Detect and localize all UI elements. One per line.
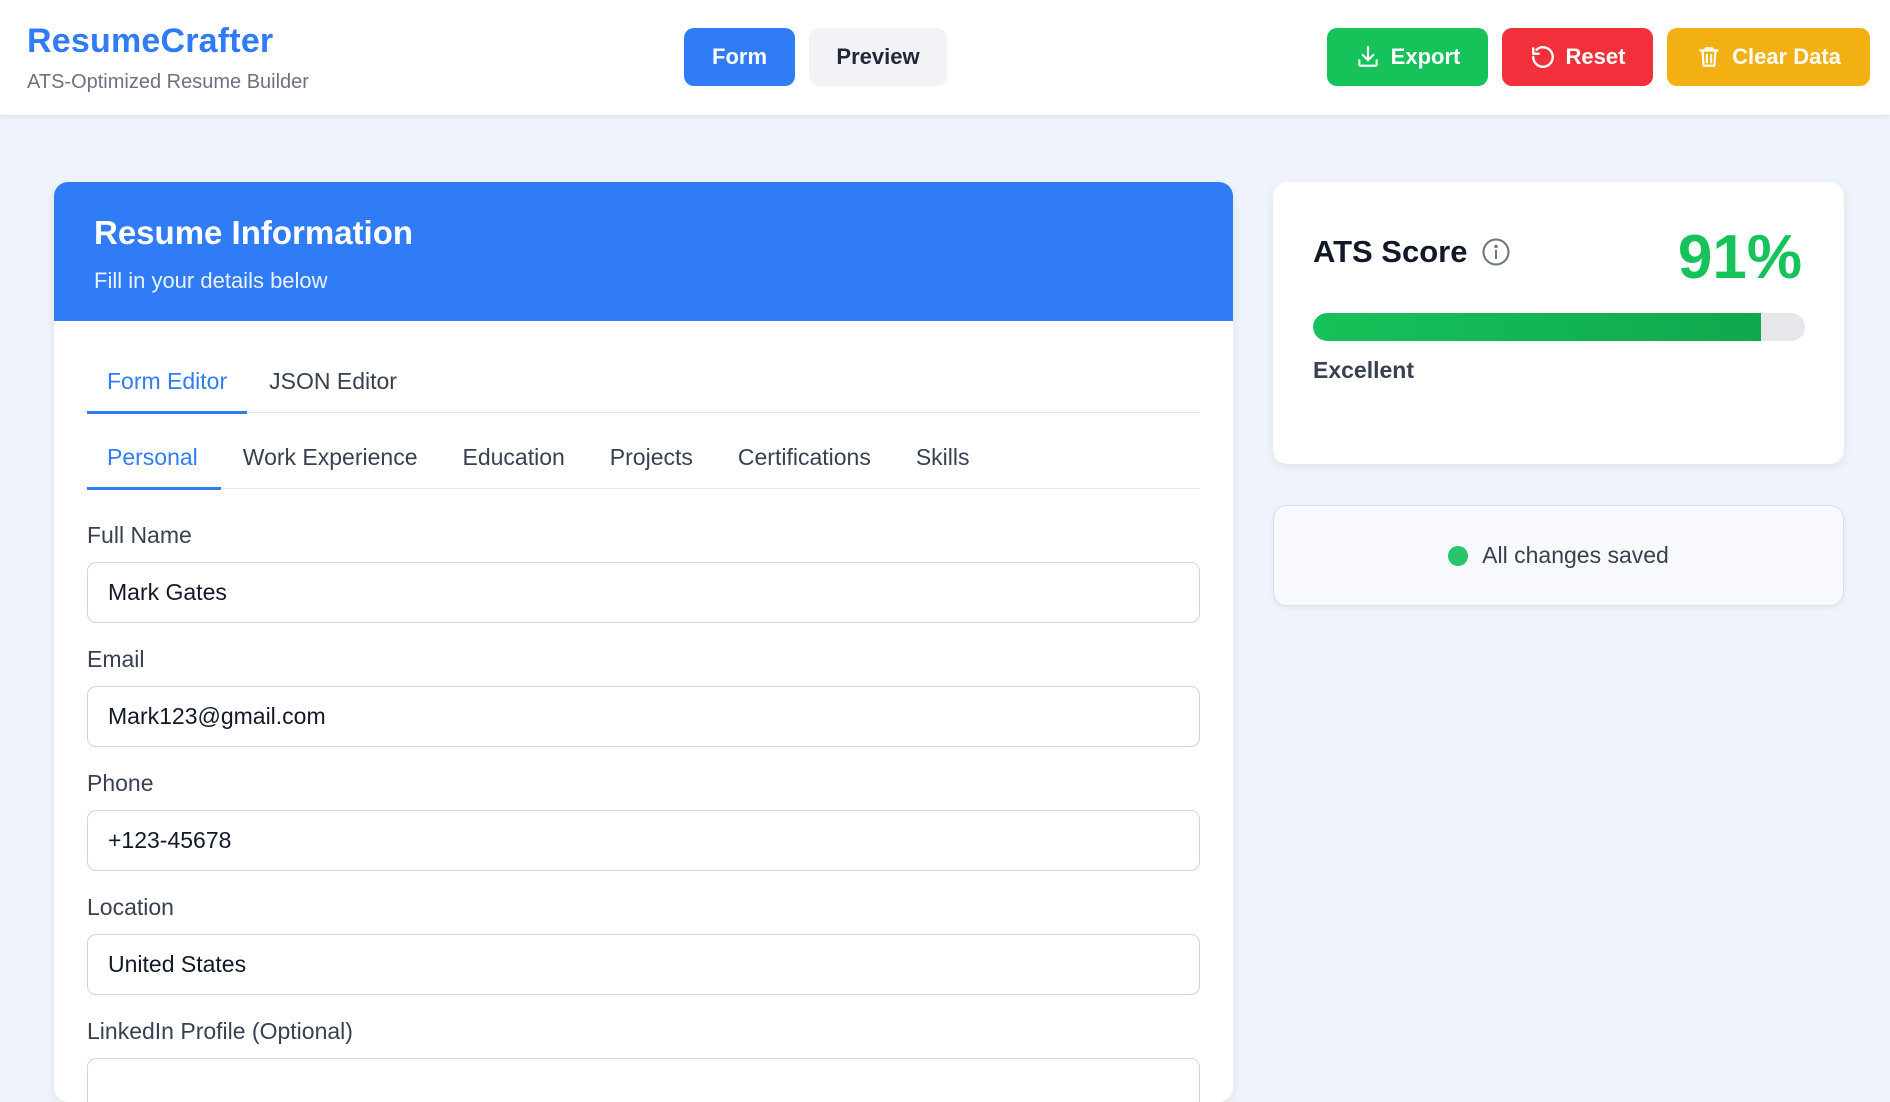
export-button[interactable]: Export	[1327, 28, 1488, 86]
save-status-text: All changes saved	[1482, 542, 1669, 568]
reset-button[interactable]: Reset	[1502, 28, 1653, 86]
download-icon	[1357, 46, 1378, 67]
tab-form-editor[interactable]: Form Editor	[87, 364, 248, 414]
resume-info-card: Resume Information Fill in your details …	[54, 182, 1233, 1102]
export-label: Export	[1390, 44, 1461, 69]
trash-icon	[1699, 47, 1719, 67]
tab-skills[interactable]: Skills	[896, 440, 993, 489]
preview-view-button[interactable]: Preview	[809, 28, 947, 86]
editor-tabs: Form Editor JSON Editor	[87, 364, 1200, 414]
ats-score-heading: ATS Score	[1313, 234, 1511, 270]
card-title: Resume Information	[94, 214, 414, 251]
reset-label: Reset	[1565, 44, 1626, 69]
ats-score-value: 91%	[1677, 223, 1802, 292]
undo-icon	[1531, 46, 1554, 68]
status-dot	[1448, 545, 1469, 566]
clear-data-label: Clear Data	[1732, 44, 1841, 69]
section-tabs: Personal Work Experience Education Proje…	[87, 440, 1200, 490]
location-input[interactable]	[87, 934, 1200, 995]
phone-field: Phone	[87, 770, 1200, 871]
brand-subtitle: ATS-Optimized Resume Builder	[27, 71, 309, 93]
email-field: Email	[87, 646, 1200, 747]
ats-score-grade: Excellent	[1313, 357, 1414, 383]
location-label: Location	[87, 894, 174, 920]
ats-score-card: ATS Score 91% Excellent	[1273, 182, 1844, 464]
brand: ResumeCrafter ATS-Optimized Resume Build…	[27, 22, 309, 94]
email-input[interactable]	[87, 686, 1200, 747]
full-name-label: Full Name	[87, 522, 192, 548]
save-status-card: All changes saved	[1273, 505, 1844, 606]
full-name-input[interactable]	[87, 562, 1200, 623]
linkedin-input[interactable]	[87, 1058, 1200, 1102]
top-bar: ResumeCrafter ATS-Optimized Resume Build…	[0, 0, 1890, 116]
tab-projects[interactable]: Projects	[590, 440, 716, 489]
full-name-field: Full Name	[87, 522, 1200, 623]
ats-score-progress-fill	[1313, 313, 1761, 341]
tab-json-editor[interactable]: JSON Editor	[249, 364, 417, 413]
tab-education[interactable]: Education	[442, 440, 587, 489]
ats-score-title: ATS Score	[1313, 234, 1468, 269]
personal-form: Full Name Email Phone Location LinkedIn …	[87, 522, 1200, 1102]
view-toggle: Form Preview	[684, 28, 947, 86]
info-icon[interactable]	[1481, 237, 1511, 267]
form-view-button[interactable]: Form	[684, 28, 795, 86]
ats-score-progress	[1313, 313, 1805, 341]
phone-label: Phone	[87, 770, 154, 796]
location-field: Location	[87, 894, 1200, 995]
linkedin-field: LinkedIn Profile (Optional)	[87, 1018, 1200, 1102]
clear-data-button[interactable]: Clear Data	[1667, 28, 1870, 86]
card-subtitle: Fill in your details below	[94, 268, 328, 293]
tab-work-experience[interactable]: Work Experience	[223, 440, 441, 489]
tab-certifications[interactable]: Certifications	[718, 440, 894, 489]
linkedin-label: LinkedIn Profile (Optional)	[87, 1018, 353, 1044]
phone-input[interactable]	[87, 810, 1200, 871]
card-header: Resume Information Fill in your details …	[54, 182, 1233, 321]
header-actions: Export Reset Clear Data	[1327, 28, 1870, 86]
tab-personal[interactable]: Personal	[87, 440, 221, 490]
email-label: Email	[87, 646, 145, 672]
brand-title[interactable]: ResumeCrafter	[27, 22, 309, 61]
